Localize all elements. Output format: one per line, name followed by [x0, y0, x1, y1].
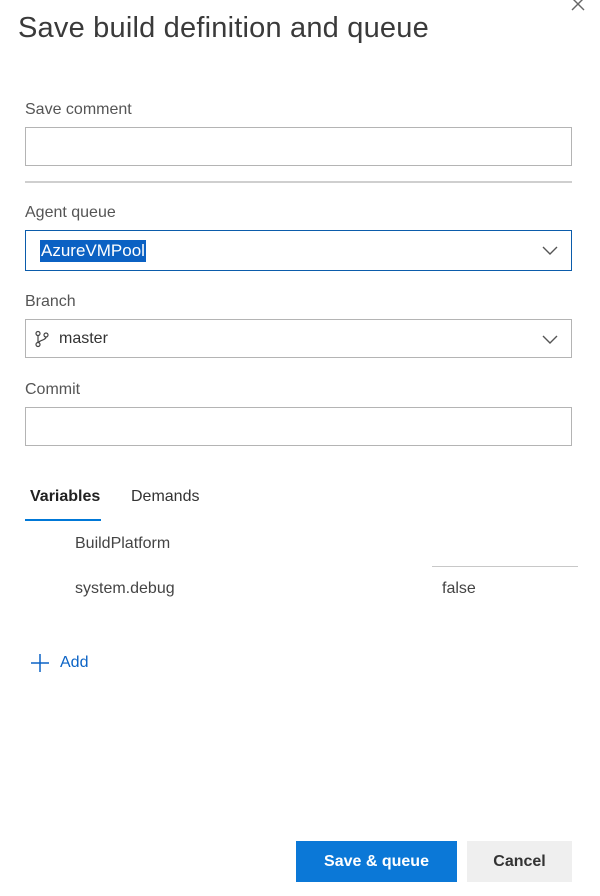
plus-icon	[30, 653, 50, 673]
agent-queue-value: AzureVMPool	[40, 240, 146, 262]
agent-queue-label: Agent queue	[25, 204, 116, 221]
commit-input[interactable]	[26, 408, 571, 445]
tab-variables[interactable]: Variables	[30, 488, 100, 506]
chevron-down-icon[interactable]	[542, 332, 558, 344]
chevron-down-icon[interactable]	[542, 243, 558, 255]
add-label: Add	[60, 654, 89, 671]
save-queue-dialog: Save build definition and queue Save com…	[0, 0, 600, 896]
agent-queue-select[interactable]: AzureVMPool	[25, 230, 572, 271]
tab-demands[interactable]: Demands	[131, 488, 199, 506]
branch-select[interactable]: master	[25, 319, 572, 358]
save-comment-input[interactable]	[26, 128, 571, 165]
branch-label: Branch	[25, 293, 76, 310]
close-icon[interactable]	[568, 0, 588, 14]
variable-value[interactable]: false	[442, 580, 476, 598]
active-tab-indicator	[25, 519, 101, 521]
save-and-queue-button[interactable]: Save & queue	[296, 841, 457, 882]
commit-field[interactable]	[25, 407, 572, 446]
separator	[25, 181, 572, 183]
save-comment-field[interactable]	[25, 127, 572, 166]
dialog-title: Save build definition and queue	[18, 12, 429, 44]
branch-value: master	[59, 330, 108, 347]
variable-name[interactable]: BuildPlatform	[75, 535, 170, 553]
git-branch-icon	[34, 330, 50, 348]
save-comment-label: Save comment	[25, 101, 132, 118]
variable-name[interactable]: system.debug	[75, 580, 175, 598]
variable-divider	[432, 566, 578, 567]
commit-label: Commit	[25, 381, 81, 398]
cancel-button[interactable]: Cancel	[467, 841, 572, 882]
